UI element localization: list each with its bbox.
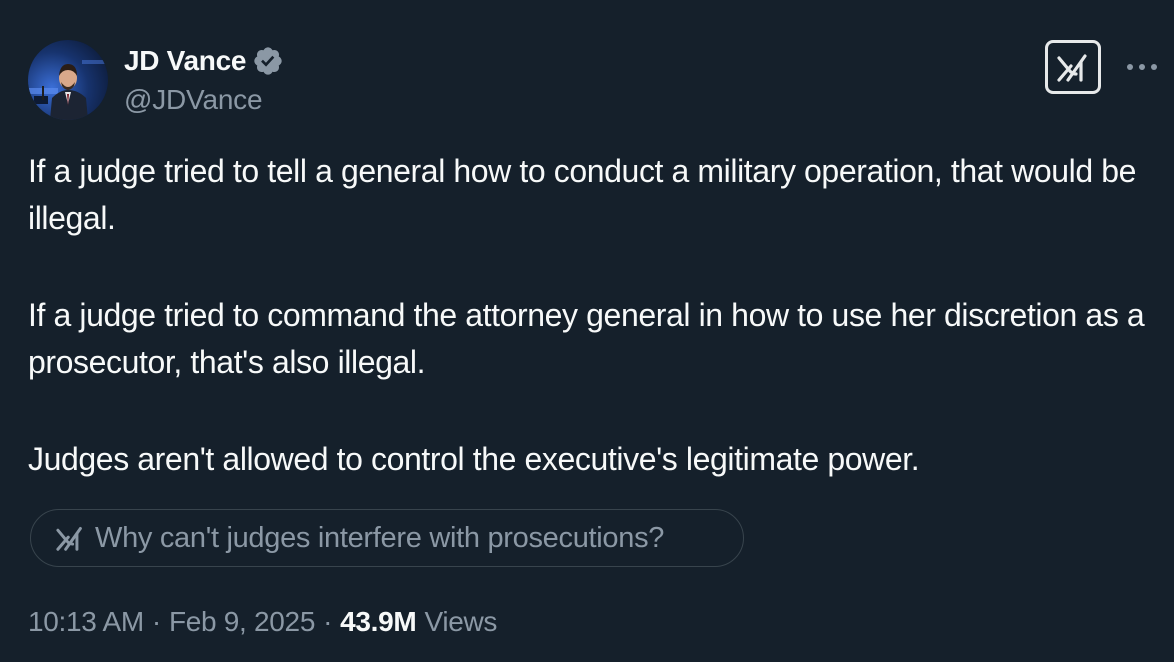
grok-prompt-chip[interactable]: Why can't judges interfere with prosecut… (30, 509, 744, 567)
author-display-name[interactable]: JD Vance (124, 45, 246, 77)
tweet-text: If a judge tried to tell a general how t… (28, 148, 1158, 483)
grok-icon (55, 525, 85, 551)
grok-button[interactable] (1045, 40, 1101, 94)
meta-separator: · (323, 606, 333, 637)
tweet-paragraph: Judges aren't allowed to control the exe… (28, 441, 920, 477)
tweet-paragraph: If a judge tried to tell a general how t… (28, 153, 1137, 236)
views-count[interactable]: 43.9M (340, 606, 417, 638)
author-handle[interactable]: @JDVance (124, 84, 263, 116)
grok-prompt-label: Why can't judges interfere with prosecut… (95, 521, 665, 554)
views-label[interactable]: Views (424, 606, 497, 638)
author-name-row: JD Vance (124, 44, 284, 78)
tweet-meta: 10:13 AM · Feb 9, 2025 · 43.9M Views (28, 602, 497, 642)
avatar-photo (28, 40, 108, 120)
more-options-icon (1127, 64, 1157, 70)
avatar[interactable] (28, 40, 108, 120)
more-options-button[interactable] (1122, 52, 1162, 82)
tweet-time[interactable]: 10:13 AM (28, 606, 144, 638)
grok-icon (1057, 54, 1087, 82)
tweet-date[interactable]: Feb 9, 2025 (169, 606, 315, 638)
meta-separator: · (151, 606, 161, 637)
verified-badge-icon[interactable] (252, 45, 284, 77)
tweet-card: JD Vance @JDVance If a judge tried to te… (0, 0, 1174, 662)
tweet-paragraph: If a judge tried to command the attorney… (28, 297, 1145, 380)
